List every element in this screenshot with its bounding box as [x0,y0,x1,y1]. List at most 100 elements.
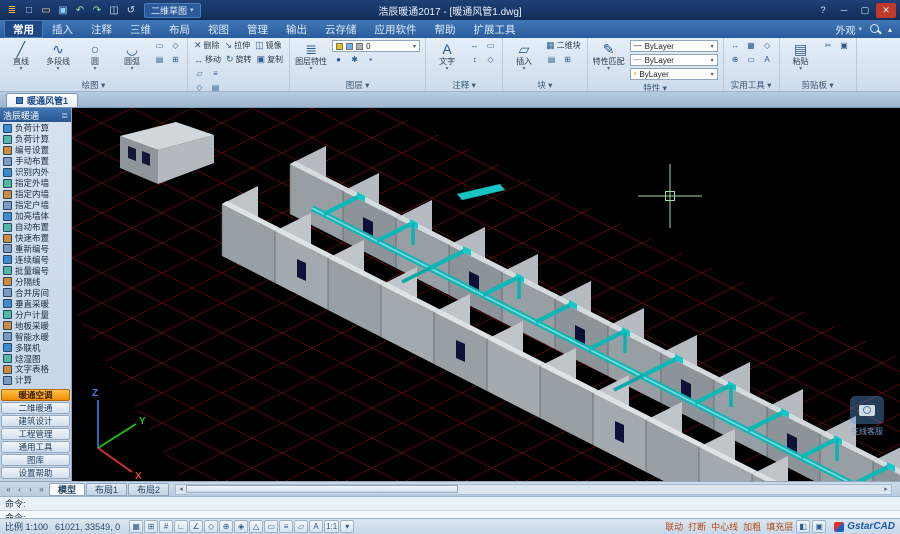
ribbon-collapse-icon[interactable]: ▴ [888,25,892,34]
status-toggle-lineweight-display[interactable]: ≡ [279,520,294,533]
ribbon-tab[interactable]: 云存储 [316,20,366,38]
sidebar-item[interactable]: 多联机 [0,342,71,353]
small-tool-icon[interactable]: ✂ [822,40,835,51]
status-toggle-annotation-scale[interactable]: 1:1 [324,520,340,533]
tool-button[interactable]: ╱ 直线 ▾ [5,40,37,72]
tool-button[interactable]: ▦ 二维块 [545,40,582,51]
layout-tab[interactable]: 布局2 [128,482,170,496]
ribbon-tab[interactable]: 插入 [43,20,82,38]
panel-label[interactable]: 实用工具 ▾ [729,79,774,91]
status-text-toggle[interactable]: 填充层 [766,520,793,533]
menu-icon[interactable]: ≣ [61,111,68,120]
tool-button[interactable]: ✎ 特性匹配 ▾ [593,40,625,72]
panel-label[interactable]: 剪贴板 ▾ [785,79,851,91]
undo-button[interactable]: ↶ [72,2,88,18]
ribbon-tab[interactable]: 布局 [160,20,199,38]
small-tool-icon[interactable]: ● [332,54,345,65]
small-tool-icon[interactable]: ◇ [169,40,182,51]
horizontal-scrollbar[interactable]: ◂ ▸ [175,483,892,495]
help-button[interactable]: ? [813,3,833,18]
ribbon-tab[interactable]: 应用软件 [366,20,426,38]
sidebar-module-button[interactable]: 建筑设计 [1,415,70,427]
sidebar-item[interactable]: 分户计量 [0,309,71,320]
tool-button[interactable]: ◫ 镜像 [254,40,283,51]
small-tool-icon[interactable]: ↔ [729,40,742,51]
status-toggle-snap-mode[interactable]: # [159,520,174,533]
preview-button[interactable]: ↺ [123,2,139,18]
sidebar-item[interactable]: 合并房间 [0,287,71,298]
ribbon-tab[interactable]: 帮助 [426,20,465,38]
status-toggle-annotation-visibility[interactable]: A [309,520,324,533]
open-button[interactable]: ▭ [38,2,54,18]
sidebar-item[interactable]: 快速布置 [0,233,71,244]
sidebar-item[interactable]: 识别内外 [0,167,71,178]
small-tool-icon[interactable]: ⊞ [561,54,574,65]
sidebar-item[interactable]: 负荷计算 [0,134,71,145]
layout-tab[interactable]: 布局1 [86,482,128,496]
appearance-dropdown[interactable]: 外观 ▾ [835,22,862,37]
ribbon-tab[interactable]: 视图 [199,20,238,38]
drawing-canvas[interactable]: Z Y X 在线客服 [72,108,900,481]
tool-button[interactable]: ◡ 圆弧 ▾ [116,40,148,72]
status-toggle-ortho-mode[interactable]: ∟ [174,520,189,533]
workspace-switcher[interactable]: 二维草图 ▾ [144,2,201,18]
sidebar-item[interactable]: 加亮墙体 [0,211,71,222]
status-toggle-polar-tracking[interactable]: ∠ [189,520,204,533]
scale-readout[interactable]: 比例 1:100 [5,520,48,533]
small-tool-icon[interactable]: ↕ [468,54,481,65]
tool-button[interactable]: ↔ 移动 [193,54,222,65]
tool-button[interactable]: ▱ 插入 ▾ [508,40,540,72]
status-toggle-dynamic-ucs[interactable]: △ [249,520,264,533]
sidebar-item[interactable]: 焓湿图 [0,353,71,364]
sidebar-item[interactable]: 重新编号 [0,243,71,254]
layout-nav-icon[interactable]: › [25,485,36,494]
sidebar-module-button[interactable]: 工程管理 [1,428,70,440]
tool-button[interactable]: ▣ 复制 [256,54,285,65]
search-icon[interactable] [869,23,881,35]
status-toggle-grid-display[interactable]: ⊞ [144,520,159,533]
small-tool-icon[interactable]: ▱ [193,68,206,79]
ribbon-tab[interactable]: 常用 [4,20,43,38]
app-menu-button[interactable]: ≣ [4,2,20,18]
sidebar-item[interactable]: 指定户墙 [0,200,71,211]
ribbon-tab[interactable]: 三维 [121,20,160,38]
status-text-toggle[interactable]: 加粗 [743,520,761,533]
bylayer-select[interactable]: ▪ ByLayer ▾ [629,68,718,80]
panel-label[interactable]: 注释 ▾ [431,79,497,91]
sidebar-item[interactable]: 连续编号 [0,254,71,265]
small-tool-icon[interactable]: ▣ [838,40,851,51]
tool-button[interactable]: ↘ 拉伸 [224,40,252,51]
tool-button[interactable]: ○ 圆 ▾ [79,40,111,72]
close-button[interactable]: ✕ [876,2,896,18]
small-tool-icon[interactable]: A [761,54,774,65]
bylayer-select[interactable]: — ByLayer ▾ [629,54,718,66]
tool-button[interactable]: A 文字 ▾ [431,40,463,72]
small-tool-icon[interactable]: ▭ [484,40,497,51]
sidebar-item[interactable]: 批量编号 [0,265,71,276]
drawing-viewport[interactable]: Z Y X [72,108,900,481]
scroll-left-icon[interactable]: ◂ [176,485,186,493]
sidebar-module-button[interactable]: 二维暖通 [1,402,70,414]
status-text-toggle[interactable]: 联动 [665,520,683,533]
sidebar-item[interactable]: 自动布置 [0,222,71,233]
layer-select[interactable]: 0 ▾ [332,40,421,52]
small-tool-icon[interactable]: ▤ [209,82,222,91]
sidebar-item[interactable]: 地板采暖 [0,320,71,331]
small-tool-icon[interactable]: ▭ [745,54,758,65]
small-tool-icon[interactable]: ▤ [545,54,558,65]
sidebar-item[interactable]: 指定内墙 [0,189,71,200]
ribbon-tab[interactable]: 注释 [82,20,121,38]
sidebar-item[interactable]: 指定外墙 [0,178,71,189]
panel-label[interactable]: 绘图 ▾ [5,79,182,91]
ribbon-tab[interactable]: 扩展工具 [465,20,525,38]
small-tool-icon[interactable]: ▤ [153,54,166,65]
status-toggle-dynamic-input[interactable]: ▭ [264,520,279,533]
status-text-toggle[interactable]: 中心线 [711,520,738,533]
small-tool-icon[interactable]: ↔ [468,40,481,51]
ribbon-tab[interactable]: 输出 [277,20,316,38]
sidebar-item[interactable]: 负荷计算 [0,123,71,134]
status-toggle-3d-object-snap[interactable]: ◈ [234,520,249,533]
full-screen-icon[interactable]: ▣ [812,520,827,533]
new-button[interactable]: □ [21,2,37,18]
status-toggle-object-snap-tracking[interactable]: ⊕ [219,520,234,533]
